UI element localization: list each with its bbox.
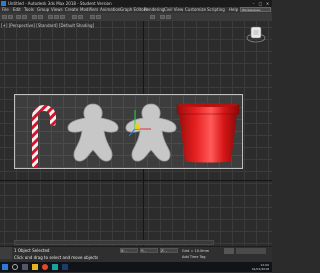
viewcube-icon[interactable] [246,24,266,44]
viewport-label[interactable]: [+] [Perspective] [Standard] [Default Sh… [1,23,94,28]
window-title: Untitled - Autodesk 3ds Max 2018 - Stude… [8,1,112,6]
move-gizmo-icon[interactable] [133,125,139,131]
snap-icon[interactable] [72,15,77,19]
windows-start-icon[interactable] [2,264,8,270]
gingerbread-man-left[interactable] [65,102,121,164]
unlink-icon[interactable] [22,15,27,19]
coord-y-label: Y: - [141,249,147,253]
search-icon[interactable] [12,264,18,270]
windows-taskbar [0,262,272,272]
clock-date: 01/01/2018 [251,267,269,271]
file-explorer-icon[interactable] [32,264,38,270]
close-icon[interactable]: ✕ [264,1,271,6]
add-time-tag[interactable]: Add Time Tag [182,255,206,259]
photoshop-icon[interactable] [62,264,68,270]
safe-frame [14,94,243,169]
coord-z-label: Z: - [161,249,167,253]
link-icon[interactable] [16,15,21,19]
redo-icon[interactable] [8,15,13,19]
grid-size: Grid = 10.0mm [182,249,210,253]
app-icon[interactable] [1,1,6,6]
angle-snap-icon[interactable] [78,15,83,19]
maxscript-listener[interactable] [0,247,12,259]
maximize-icon[interactable]: □ [257,1,264,6]
grid-axis-x [0,180,272,181]
key-icon[interactable] [224,248,234,254]
prompt-hint: Click and drag to select and move object… [14,255,99,260]
workspace-select[interactable]: Workspaces: Default [240,7,271,12]
select-icon[interactable] [32,15,37,19]
minimize-icon[interactable]: – [250,1,257,6]
render-icon[interactable] [166,15,171,19]
material-editor-icon[interactable] [150,15,155,19]
playback-controls[interactable] [236,248,266,254]
scale-icon[interactable] [60,15,65,19]
candy-cane[interactable] [25,99,61,167]
browser-icon[interactable] [42,264,48,270]
title-bar: Untitled - Autodesk 3ds Max 2018 - Stude… [0,0,272,7]
render-setup-icon[interactable] [160,15,165,19]
mirror-icon[interactable] [90,15,95,19]
rotate-icon[interactable] [54,15,59,19]
gingerbread-man-right[interactable] [123,102,179,164]
task-view-icon[interactable] [22,264,28,270]
3ds-max-taskbar-icon[interactable] [52,264,58,270]
red-mug[interactable] [175,101,241,165]
select-by-name-icon[interactable] [38,15,43,19]
align-icon[interactable] [96,15,101,19]
undo-icon[interactable] [2,15,7,19]
coord-x-label: X: - [121,249,127,253]
time-slider[interactable] [14,240,214,245]
selection-status: 1 Object Selected [14,248,50,253]
move-icon[interactable] [48,15,53,19]
taskbar-clock: 12:00 01/01/2018 [252,263,269,271]
